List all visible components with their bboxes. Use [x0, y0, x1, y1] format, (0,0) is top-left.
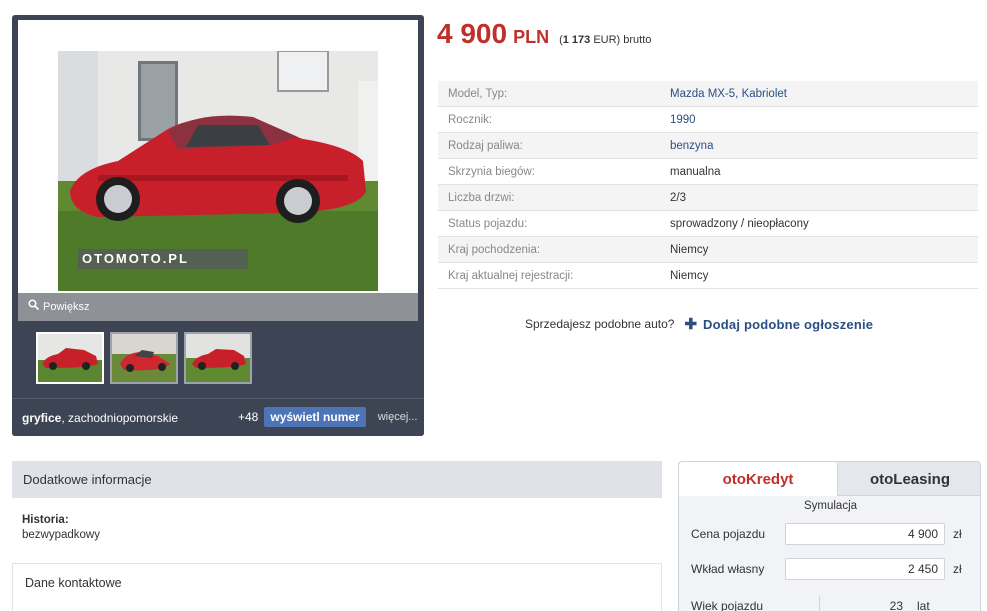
- thumbnail-1[interactable]: [36, 332, 104, 384]
- similar-question: Sprzedajesz podobne auto?: [525, 317, 675, 331]
- zoom-label: Powiększ: [43, 301, 90, 313]
- location-bar: gryfice, zachodniopomorskie +48 wyświetl…: [12, 398, 424, 436]
- zoom-button[interactable]: Powiększ: [18, 293, 418, 321]
- param-value: 2/3: [670, 191, 686, 204]
- param-row: Kraj pochodzenia: Niemcy: [438, 237, 978, 263]
- credit-row-label: Wkład własny: [691, 562, 765, 576]
- price-amount: 4 900: [437, 18, 508, 49]
- tab-otokredyt[interactable]: otoKredyt: [679, 462, 838, 496]
- magnifier-icon: [28, 293, 40, 321]
- location: gryfice, zachodniopomorskie: [22, 411, 178, 425]
- param-value: Niemcy: [670, 243, 709, 256]
- param-value: manualna: [670, 165, 721, 178]
- param-row: Model, Typ: Mazda MX-5, Kabriolet: [438, 81, 978, 107]
- photo-watermark: OTOMOTO.PL: [82, 251, 189, 266]
- credit-row-downpayment: Wkład własny zł: [691, 557, 971, 581]
- param-row: Rodzaj paliwa: benzyna: [438, 133, 978, 159]
- param-row: Kraj aktualnej rejestracji: Niemcy: [438, 263, 978, 289]
- show-phone-button[interactable]: wyświetl numer: [264, 407, 366, 427]
- tab-otoleasing[interactable]: otoLeasing: [838, 462, 980, 496]
- history-label: Historia:: [22, 514, 69, 526]
- thumbnail-3[interactable]: [184, 332, 252, 384]
- credit-row-unit: zł: [953, 527, 962, 541]
- additional-info-header: Dodatkowe informacje: [12, 461, 662, 498]
- param-row: Rocznik: 1990: [438, 107, 978, 133]
- plus-icon: ✚: [684, 316, 698, 333]
- param-row: Skrzynia biegów: manualna: [438, 159, 978, 185]
- phone-prefix: +48: [238, 410, 259, 424]
- vehicle-price-input[interactable]: [785, 523, 945, 545]
- credit-row-price: Cena pojazdu zł: [691, 522, 971, 546]
- add-similar-ad-link[interactable]: Dodaj podobne ogłoszenie: [703, 317, 873, 332]
- more-link[interactable]: więcej...: [378, 411, 418, 423]
- credit-row-age: Wiek pojazdu lat: [691, 594, 971, 611]
- contact-title: Dane kontaktowe: [25, 576, 122, 590]
- credit-row-unit: lat: [917, 599, 930, 611]
- param-row: Status pojazdu: sprowadzony / nieopłacony: [438, 211, 978, 237]
- param-value: sprowadzony / nieopłacony: [670, 217, 809, 230]
- location-region: , zachodniopomorskie: [61, 411, 179, 425]
- param-value-link[interactable]: Mazda MX-5, Kabriolet: [670, 88, 787, 100]
- param-row: Liczba drzwi: 2/3: [438, 185, 978, 211]
- price-currency: PLN: [513, 27, 550, 47]
- price-eur: (1 173 EUR) brutto: [559, 34, 652, 46]
- credit-calculator: otoKredyt otoLeasing Symulacja Cena poja…: [678, 461, 981, 611]
- credit-row-label: Wiek pojazdu: [691, 599, 764, 611]
- credit-row-unit: zł: [953, 562, 962, 576]
- param-value: Niemcy: [670, 269, 709, 282]
- parameters-table: Model, Typ: Mazda MX-5, Kabriolet Rocznik…: [438, 81, 978, 289]
- location-city: gryfice: [22, 411, 62, 425]
- simulation-label: Symulacja: [803, 500, 858, 512]
- price: 4 900 PLN (1 173 EUR) brutto: [437, 18, 651, 50]
- history-value: bezwypadkowy: [22, 529, 100, 541]
- credit-row-label: Cena pojazdu: [691, 527, 766, 541]
- price-eur-amount: 1 173: [562, 34, 591, 46]
- param-value-link[interactable]: 1990: [670, 114, 696, 126]
- param-value-link[interactable]: benzyna: [670, 140, 713, 152]
- down-payment-input[interactable]: [785, 558, 945, 580]
- phone-area: +48 wyświetl numer więcej...: [238, 407, 417, 427]
- thumbnail-2[interactable]: [110, 332, 178, 384]
- similar-ad: Sprzedajesz podobne auto? ✚ Dodaj podobn…: [525, 315, 873, 333]
- contact-panel: Dane kontaktowe: [12, 563, 662, 611]
- vehicle-age-input[interactable]: [819, 595, 909, 611]
